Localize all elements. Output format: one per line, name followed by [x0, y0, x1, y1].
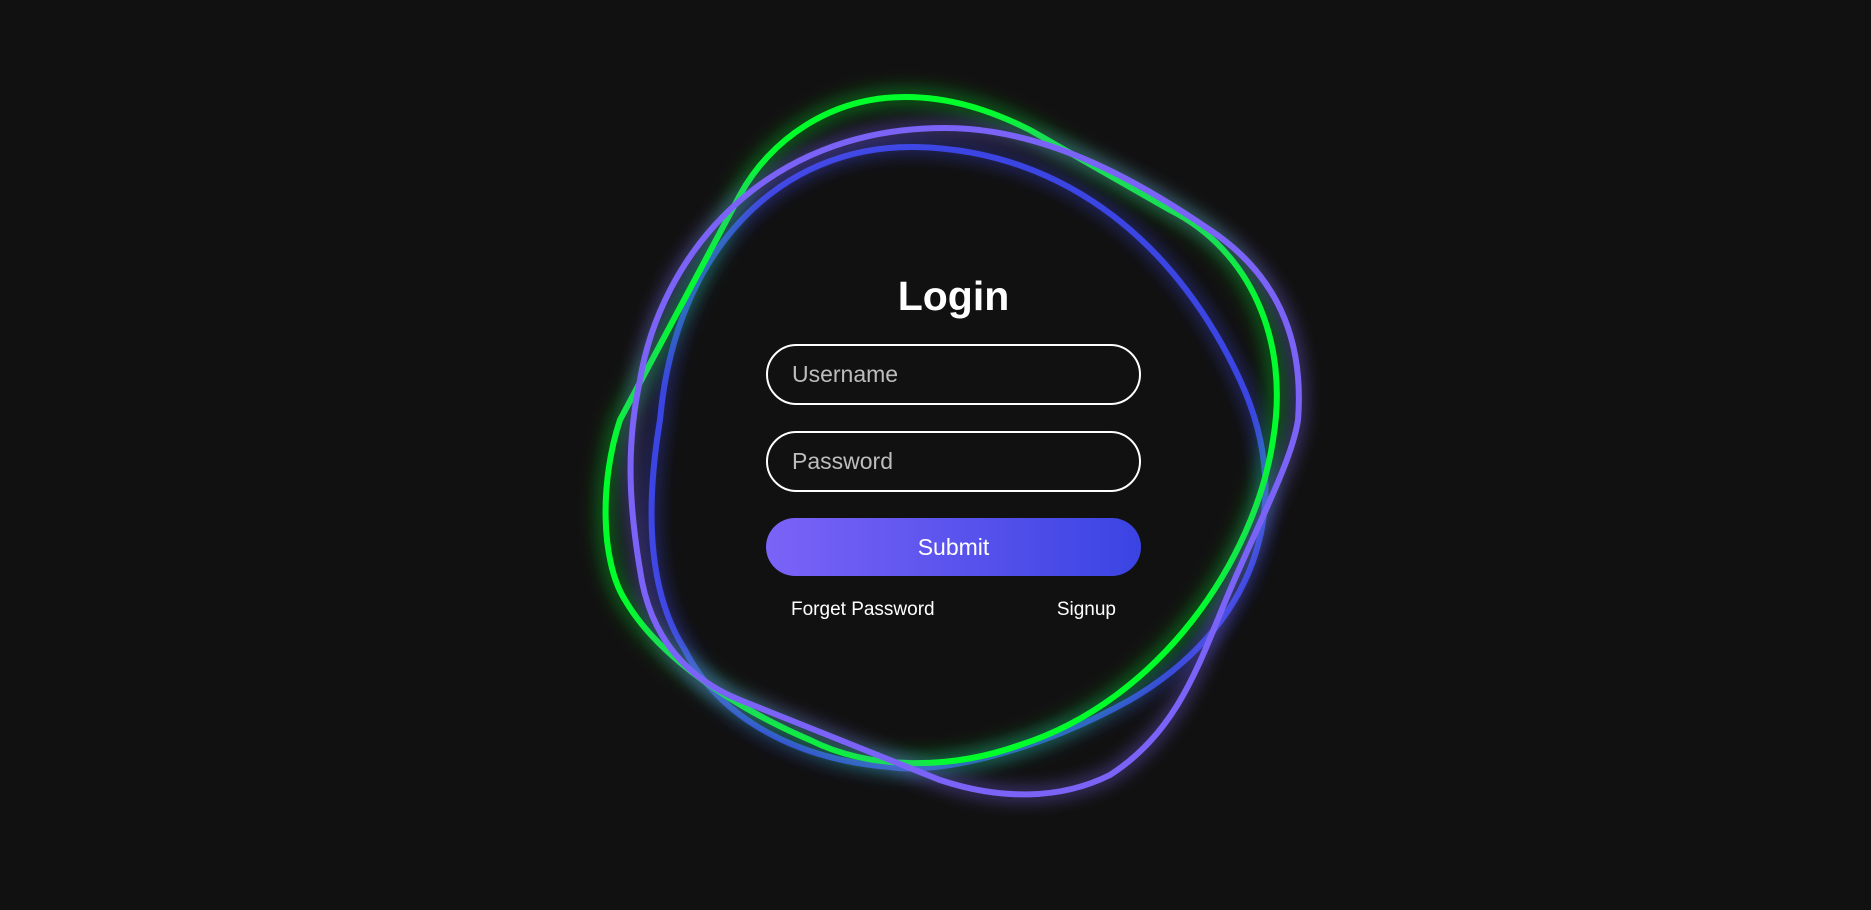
- password-input[interactable]: [766, 431, 1141, 492]
- login-page: Login Submit Forget Password Signup: [0, 0, 1871, 910]
- submit-button[interactable]: Submit: [766, 518, 1141, 576]
- login-title: Login: [897, 273, 1010, 319]
- forget-password-link[interactable]: Forget Password: [791, 599, 935, 621]
- username-input[interactable]: [766, 344, 1141, 405]
- signup-link[interactable]: Signup: [1057, 599, 1116, 621]
- login-form: Login Submit Forget Password Signup: [766, 268, 1141, 621]
- auth-links: Forget Password Signup: [766, 599, 1141, 621]
